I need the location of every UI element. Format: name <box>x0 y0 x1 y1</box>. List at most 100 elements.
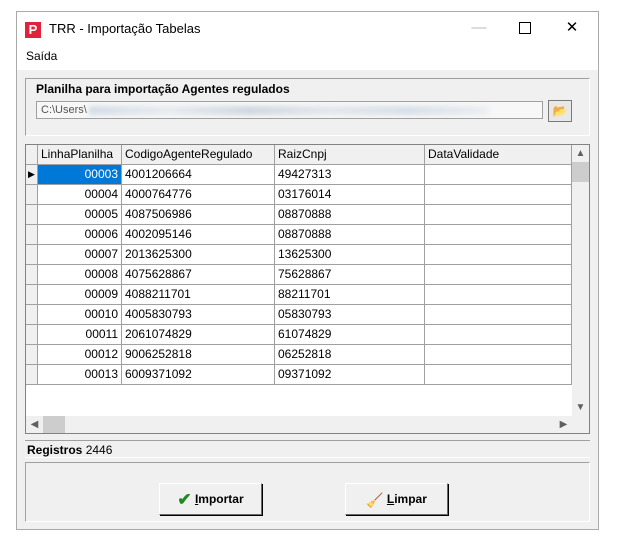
cell-linha-planilha[interactable]: 00005 <box>38 205 122 225</box>
table-row[interactable]: 00008 4075628867 75628867 <box>26 265 572 285</box>
group-title: Planilha para importação Agentes regulad… <box>36 82 290 96</box>
cell-linha-planilha[interactable]: 00009 <box>38 285 122 305</box>
cell-data-validade[interactable] <box>425 265 572 285</box>
file-path-prefix: C:\Users\ <box>41 104 87 116</box>
table-row[interactable]: 00010 4005830793 05830793 <box>26 305 572 325</box>
close-button[interactable]: ✕ <box>549 12 595 44</box>
file-path-input[interactable]: C:\Users\ <box>36 101 543 119</box>
cell-raiz-cnpj[interactable]: 08870888 <box>275 225 425 245</box>
table-row[interactable]: 00012 9006252818 06252818 <box>26 345 572 365</box>
cell-raiz-cnpj[interactable]: 05830793 <box>275 305 425 325</box>
row-indicator[interactable] <box>26 205 38 225</box>
cell-raiz-cnpj[interactable]: 06252818 <box>275 345 425 365</box>
row-indicator[interactable] <box>26 345 38 365</box>
cell-linha-planilha[interactable]: 00003 <box>38 165 122 185</box>
scroll-up-icon[interactable]: ▲ <box>572 145 589 162</box>
vertical-scroll-thumb[interactable] <box>572 162 589 182</box>
cell-codigo-agente[interactable]: 4001206664 <box>122 165 275 185</box>
cell-linha-planilha[interactable]: 00011 <box>38 325 122 345</box>
table-row[interactable]: 00006 4002095146 08870888 <box>26 225 572 245</box>
cell-linha-planilha[interactable]: 00010 <box>38 305 122 325</box>
row-indicator[interactable] <box>26 225 38 245</box>
cell-codigo-agente[interactable]: 4088211701 <box>122 285 275 305</box>
cell-codigo-agente[interactable]: 4002095146 <box>122 225 275 245</box>
row-indicator[interactable] <box>26 245 38 265</box>
cell-codigo-agente[interactable]: 2013625300 <box>122 245 275 265</box>
column-header[interactable]: CodigoAgenteRegulado <box>122 145 275 165</box>
cell-data-validade[interactable] <box>425 305 572 325</box>
horizontal-scroll-thumb[interactable] <box>43 416 65 433</box>
table-row[interactable]: 00013 6009371092 09371092 <box>26 365 572 385</box>
current-row-indicator-icon[interactable]: ▶ <box>26 165 38 185</box>
cell-linha-planilha[interactable]: 00006 <box>38 225 122 245</box>
row-indicator[interactable] <box>26 285 38 305</box>
cell-codigo-agente[interactable]: 4000764776 <box>122 185 275 205</box>
cell-codigo-agente[interactable]: 4005830793 <box>122 305 275 325</box>
scroll-right-icon[interactable]: ▶ <box>555 416 572 433</box>
cell-data-validade[interactable] <box>425 345 572 365</box>
records-label: Registros <box>27 443 83 457</box>
table-row[interactable]: 00005 4087506986 08870888 <box>26 205 572 225</box>
cell-codigo-agente[interactable]: 4075628867 <box>122 265 275 285</box>
cell-data-validade[interactable] <box>425 325 572 345</box>
table-row[interactable]: 00009 4088211701 88211701 <box>26 285 572 305</box>
checkmark-icon: ✔ <box>177 489 192 509</box>
file-path-redacted <box>88 105 489 115</box>
cell-linha-planilha[interactable]: 00004 <box>38 185 122 205</box>
row-indicator[interactable] <box>26 325 38 345</box>
cell-linha-planilha[interactable]: 00012 <box>38 345 122 365</box>
grid-rows: ▶ 00003 4001206664 49427313 00004 4000764776 0… <box>26 165 572 385</box>
row-indicator[interactable] <box>26 305 38 325</box>
menu-saida[interactable]: Saída <box>26 49 57 63</box>
cell-codigo-agente[interactable]: 9006252818 <box>122 345 275 365</box>
cell-data-validade[interactable] <box>425 365 572 385</box>
cell-raiz-cnpj[interactable]: 09371092 <box>275 365 425 385</box>
horizontal-scrollbar[interactable]: ◀ ▶ <box>26 416 589 433</box>
table-row[interactable]: 00007 2013625300 13625300 <box>26 245 572 265</box>
cell-raiz-cnpj[interactable]: 75628867 <box>275 265 425 285</box>
cell-raiz-cnpj[interactable]: 03176014 <box>275 185 425 205</box>
cell-codigo-agente[interactable]: 2061074829 <box>122 325 275 345</box>
data-grid[interactable]: LinhaPlanilha CodigoAgenteRegulado RaizC… <box>25 144 590 434</box>
cell-data-validade[interactable] <box>425 205 572 225</box>
cell-raiz-cnpj[interactable]: 88211701 <box>275 285 425 305</box>
cell-data-validade[interactable] <box>425 165 572 185</box>
cell-raiz-cnpj[interactable]: 08870888 <box>275 205 425 225</box>
cell-raiz-cnpj[interactable]: 13625300 <box>275 245 425 265</box>
minimize-button[interactable]: — <box>456 12 502 44</box>
broom-icon: 🧹 <box>366 491 384 508</box>
vertical-scrollbar[interactable]: ▲ ▼ <box>572 145 589 416</box>
table-row[interactable]: 00004 4000764776 03176014 <box>26 185 572 205</box>
cell-linha-planilha[interactable]: 00008 <box>38 265 122 285</box>
cell-linha-planilha[interactable]: 00007 <box>38 245 122 265</box>
maximize-button[interactable] <box>502 12 548 44</box>
row-indicator[interactable] <box>26 365 38 385</box>
cell-data-validade[interactable] <box>425 185 572 205</box>
cell-data-validade[interactable] <box>425 285 572 305</box>
scroll-left-icon[interactable]: ◀ <box>26 416 43 433</box>
grid-header: LinhaPlanilha CodigoAgenteRegulado RaizC… <box>26 145 572 165</box>
cell-raiz-cnpj[interactable]: 49427313 <box>275 165 425 185</box>
limpar-label: impar <box>394 492 427 506</box>
cell-codigo-agente[interactable]: 4087506986 <box>122 205 275 225</box>
limpar-button[interactable]: 🧹 Limpar <box>345 483 448 515</box>
scroll-down-icon[interactable]: ▼ <box>572 399 589 416</box>
cell-codigo-agente[interactable]: 6009371092 <box>122 365 275 385</box>
open-folder-button[interactable]: 📂 <box>548 100 572 122</box>
row-indicator[interactable] <box>26 265 38 285</box>
column-header[interactable]: RaizCnpj <box>275 145 425 165</box>
column-header[interactable]: DataValidade <box>425 145 572 165</box>
cell-linha-planilha[interactable]: 00013 <box>38 365 122 385</box>
table-row[interactable]: ▶ 00003 4001206664 49427313 <box>26 165 572 185</box>
row-indicator[interactable] <box>26 185 38 205</box>
import-file-group: Planilha para importação Agentes regulad… <box>25 78 590 136</box>
table-row[interactable]: 00011 2061074829 61074829 <box>26 325 572 345</box>
window-title: TRR - Importação Tabelas <box>49 21 201 36</box>
cell-data-validade[interactable] <box>425 245 572 265</box>
cell-data-validade[interactable] <box>425 225 572 245</box>
header-indicator <box>26 145 38 165</box>
column-header[interactable]: LinhaPlanilha <box>38 145 122 165</box>
records-count: 2446 <box>85 443 113 457</box>
importar-button[interactable]: ✔ Importar <box>159 483 262 515</box>
cell-raiz-cnpj[interactable]: 61074829 <box>275 325 425 345</box>
